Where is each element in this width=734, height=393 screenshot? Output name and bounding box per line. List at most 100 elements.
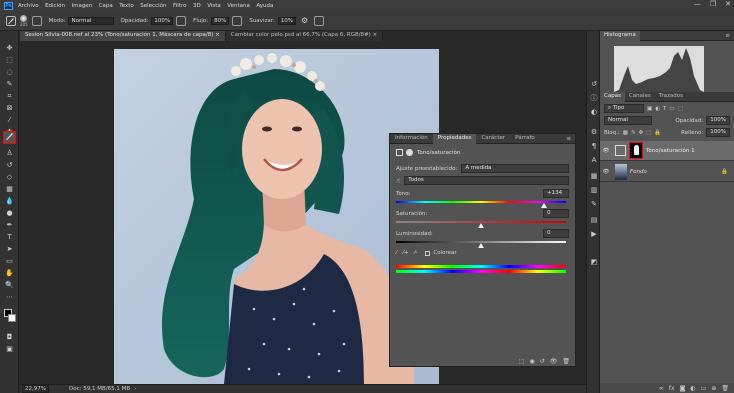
layer-kind-select[interactable]: ⌕ Tipo: [604, 104, 644, 113]
visibility-eye-icon[interactable]: 👁: [600, 148, 612, 154]
preset-select[interactable]: A medida: [461, 164, 569, 173]
brush-panel-icon[interactable]: [31, 15, 42, 26]
delete-layer-icon[interactable]: 🗑: [721, 385, 729, 392]
layer-row-fondo[interactable]: 👁 Fondo 🔒: [600, 162, 734, 182]
quick-mask-icon[interactable]: ◘: [4, 332, 15, 342]
airbrush-icon[interactable]: [232, 15, 243, 26]
menu-seleccion[interactable]: Selección: [140, 3, 166, 9]
screen-mode-icon[interactable]: ▣: [4, 344, 15, 354]
clip-to-layer-icon[interactable]: ⬚: [519, 358, 525, 365]
path-selection-tool-icon[interactable]: ➤: [4, 244, 15, 254]
brushes-panel-icon[interactable]: ✎: [589, 199, 599, 209]
layer-name[interactable]: Tono/saturación 1: [646, 148, 695, 154]
blur-tool-icon[interactable]: 💧: [4, 196, 15, 206]
zoom-level[interactable]: 22,97%: [22, 385, 49, 393]
menu-archivo[interactable]: Archivo: [18, 3, 39, 9]
eraser-tool-icon[interactable]: ◇: [4, 172, 15, 182]
hand-tool-icon[interactable]: ✋: [4, 268, 15, 278]
history-panel-icon[interactable]: ↺: [589, 79, 599, 89]
paragraph-panel-icon[interactable]: ¶: [589, 141, 599, 151]
pen-tool-icon[interactable]: ✒: [4, 220, 15, 230]
menu-capa[interactable]: Capa: [99, 3, 113, 9]
new-group-icon[interactable]: ▭: [701, 385, 707, 392]
colorize-checkbox[interactable]: [425, 250, 431, 256]
saturation-field[interactable]: 0: [543, 209, 569, 218]
tab-sesion-silvia[interactable]: Sesion Silvia-008.nef al 23% (Tono/satur…: [20, 31, 226, 41]
type-tool-icon[interactable]: T: [4, 232, 15, 242]
character-panel-icon[interactable]: A: [589, 155, 599, 165]
filter-pixel-icon[interactable]: ▣: [647, 106, 652, 112]
tab-cambiar-color-pelo[interactable]: Cambiar color pelo.psd al 66,7% (Capa 6,…: [225, 31, 384, 41]
menu-3d[interactable]: 3D: [193, 3, 201, 9]
visibility-eye-icon[interactable]: 👁: [600, 169, 612, 175]
menu-imagen[interactable]: Imagen: [71, 3, 92, 9]
fill-field[interactable]: 100%: [706, 128, 730, 137]
close-button[interactable]: ✕: [725, 0, 731, 8]
lock-pixels-icon[interactable]: ✎: [631, 130, 636, 136]
libraries-panel-icon[interactable]: ▤: [589, 215, 599, 225]
history-brush-tool-icon[interactable]: ↺: [4, 160, 15, 170]
menu-edicion[interactable]: Edición: [45, 3, 65, 9]
tab-histograma[interactable]: Histograma: [600, 30, 640, 41]
filter-smart-icon[interactable]: ⬚: [678, 106, 683, 112]
tab-capas[interactable]: Capas: [600, 91, 625, 102]
visibility-icon[interactable]: 👁: [550, 358, 558, 365]
hue-slider-thumb[interactable]: [540, 203, 547, 208]
lightness-field[interactable]: 0: [543, 229, 569, 238]
add-mask-icon[interactable]: ◙: [680, 385, 686, 392]
lasso-tool-icon[interactable]: ◌: [4, 67, 15, 77]
brush-tool-preset-icon[interactable]: [6, 15, 16, 26]
clone-stamp-tool-icon[interactable]: ♙: [4, 148, 15, 158]
tab-caracter[interactable]: Carácter: [476, 134, 510, 144]
brush-tool-icon[interactable]: [3, 131, 16, 144]
histogram-menu-icon[interactable]: ≡: [725, 33, 730, 39]
delete-icon[interactable]: 🗑: [562, 358, 570, 365]
dodge-tool-icon[interactable]: ●: [4, 208, 15, 218]
color-lookup-icon[interactable]: ◩: [589, 257, 599, 267]
tab-propiedades[interactable]: Propiedades: [432, 133, 477, 144]
zoom-tool-icon[interactable]: 🔍: [4, 280, 15, 290]
swatches-panel-icon[interactable]: ▥: [589, 185, 599, 195]
link-layers-icon[interactable]: ∞: [659, 385, 664, 392]
rectangle-tool-icon[interactable]: ▭: [4, 256, 15, 266]
panel-menu-icon[interactable]: ≡: [566, 136, 571, 142]
actions-panel-icon[interactable]: ▶: [589, 229, 599, 239]
tab-informacion[interactable]: Información: [390, 134, 433, 144]
more-tools-icon[interactable]: ⋯: [4, 292, 15, 302]
new-layer-icon[interactable]: ⊕: [711, 385, 716, 392]
layer-style-icon[interactable]: fx: [669, 385, 675, 392]
flow-field[interactable]: 80%: [211, 16, 230, 25]
tab-canales[interactable]: Canales: [625, 92, 655, 102]
minimize-button[interactable]: —: [694, 0, 701, 8]
brush-picker[interactable]: 205: [20, 14, 28, 27]
layer-opacity-field[interactable]: 100%: [706, 116, 730, 125]
menu-ayuda[interactable]: Ayuda: [256, 3, 273, 9]
layer-name[interactable]: Fondo: [630, 169, 647, 175]
mode-select[interactable]: Normal: [68, 16, 115, 25]
new-adjustment-icon[interactable]: ◐: [690, 385, 695, 392]
mask-icon[interactable]: [406, 149, 413, 156]
layer-mask-thumbnail[interactable]: [629, 142, 643, 159]
channel-select[interactable]: Todos: [404, 176, 569, 185]
adjustments-panel-icon[interactable]: ◐: [589, 107, 599, 117]
layer-row-hue-saturation[interactable]: 👁 Tono/saturación 1: [600, 141, 734, 161]
smoothing-settings-icon[interactable]: ⚙: [301, 16, 308, 25]
menu-filtro[interactable]: Filtro: [173, 3, 186, 9]
hue-field[interactable]: +134: [543, 189, 569, 198]
targeted-adjustment-icon[interactable]: ☝: [396, 177, 400, 185]
styles-panel-icon[interactable]: ▦: [589, 171, 599, 181]
tab-parrafo[interactable]: Párrafo: [510, 134, 540, 144]
opacity-pressure-icon[interactable]: [176, 15, 187, 26]
lock-all-icon[interactable]: 🔒: [654, 130, 661, 136]
properties-panel-icon[interactable]: ⚙: [589, 127, 599, 137]
opacity-field[interactable]: 100%: [151, 16, 174, 25]
gradient-tool-icon[interactable]: ▦: [4, 184, 15, 194]
reset-icon[interactable]: ↺: [540, 358, 545, 365]
saturation-slider-thumb[interactable]: [478, 223, 484, 228]
lightness-slider-thumb[interactable]: [478, 243, 484, 248]
menu-vista[interactable]: Vista: [207, 3, 221, 9]
lock-transparent-icon[interactable]: ▦: [623, 130, 628, 136]
blend-mode-select[interactable]: Normal: [604, 116, 652, 125]
menu-ventana[interactable]: Ventana: [227, 3, 250, 9]
quick-selection-tool-icon[interactable]: ✎: [4, 79, 15, 89]
